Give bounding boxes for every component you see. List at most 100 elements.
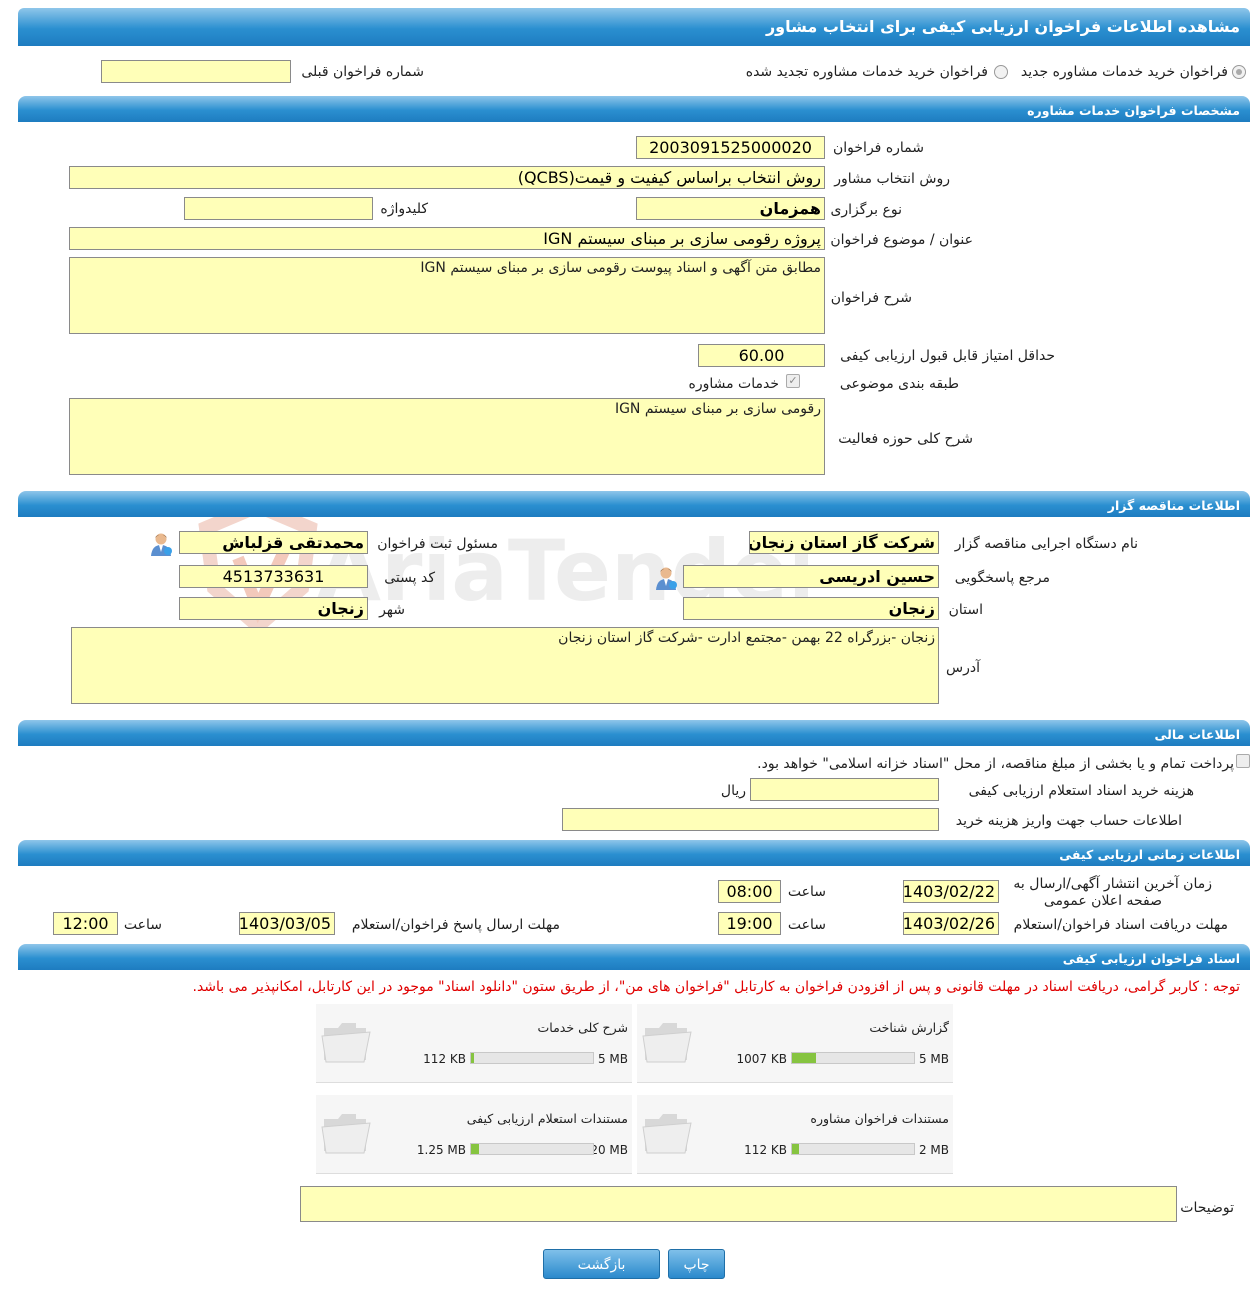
documents-note: توجه : کاربر گرامی، دریافت اسناد در مهلت… xyxy=(192,979,1241,995)
publish-label-2: صفحه اعلان عمومی xyxy=(1043,893,1162,909)
file-name: مستندات فراخوان مشاوره xyxy=(810,1111,949,1126)
page-title: مشاهده اطلاعات فراخوان ارزیابی کیفی برای… xyxy=(18,8,1250,46)
prev-call-field[interactable] xyxy=(101,60,291,83)
treasury-checkbox[interactable] xyxy=(1236,754,1250,768)
back-button[interactable]: بازگشت xyxy=(543,1249,660,1279)
keyword-field xyxy=(184,197,373,220)
category-label: طبقه بندی موضوعی xyxy=(839,376,959,392)
file-card[interactable]: مستندات فراخوان مشاوره 2 MB 112 KB xyxy=(637,1095,953,1174)
radio-renewed-call[interactable] xyxy=(994,65,1008,79)
radio-renewed-call-label: فراخوان خرید خدمات مشاوره تجدید شده xyxy=(745,64,988,80)
currency-label: ریال xyxy=(720,783,746,799)
file-card[interactable]: مستندات استعلام ارزیابی کیفی 20 MB 1.25 … xyxy=(316,1095,632,1174)
send-time-field: 12:00 xyxy=(53,912,118,935)
file-name: شرح کلی خدمات xyxy=(537,1020,628,1035)
file-name: گزارش شناخت xyxy=(869,1020,949,1035)
activity-field: رقومی سازی بر مبنای سیستم IGN xyxy=(69,398,825,475)
holding-type-field: همزمان xyxy=(636,197,825,220)
radio-new-call-label: فراخوان خرید خدمات مشاوره جدید xyxy=(1020,64,1228,80)
section-tenderer-header: اطلاعات مناقصه گزار xyxy=(18,491,1250,517)
reference-label: مرجع پاسخگویی xyxy=(954,570,1050,586)
file-size: 1007 KB xyxy=(736,1052,787,1066)
file-card[interactable]: شرح کلی خدمات 5 MB 112 KB xyxy=(316,1004,632,1083)
subject-field: پروژه رقومی سازی بر مبنای سیستم IGN xyxy=(69,227,825,250)
file-progress-bar xyxy=(470,1143,594,1155)
category-value: خدمات مشاوره xyxy=(688,376,779,392)
send-time-label: ساعت xyxy=(123,917,162,933)
radio-new-call[interactable] xyxy=(1232,65,1246,79)
publish-time-label: ساعت xyxy=(787,884,826,900)
province-field: زنجان xyxy=(683,597,939,620)
subject-label: عنوان / موضوع فراخوان xyxy=(830,232,973,248)
receive-date-field: 1403/02/26 xyxy=(903,912,999,935)
section-documents-header: اسناد فراخوان ارزیابی کیفی xyxy=(18,944,1250,970)
city-label: شهر xyxy=(379,602,405,618)
selection-method-field: روش انتخاب براساس کیفیت و قیمت(QCBS) xyxy=(69,166,825,189)
folder-icon xyxy=(642,1023,692,1063)
file-progress-fill xyxy=(471,1144,479,1154)
call-number-label: شماره فراخوان xyxy=(833,140,924,156)
section-consulting-header: مشخصات فراخوان خدمات مشاوره xyxy=(18,96,1250,122)
reference-field: حسین ادریسی xyxy=(683,565,939,588)
folder-icon xyxy=(642,1114,692,1154)
file-progress-fill xyxy=(471,1053,474,1063)
remarks-label: توضیحات xyxy=(1180,1200,1234,1216)
file-max-size: 20 MB xyxy=(590,1143,628,1157)
folder-icon xyxy=(321,1114,371,1154)
min-score-field: 60.00 xyxy=(698,344,825,367)
registrar-field: محمدتقی قزلباش xyxy=(179,531,368,554)
address-field: زنجان -بزرگراه 22 بهمن -مجتمع ادارت -شرک… xyxy=(71,627,939,704)
description-field: مطابق متن آگهی و اسناد پیوست رقومی سازی … xyxy=(69,257,825,334)
selection-method-label: روش انتخاب مشاور xyxy=(834,171,950,187)
file-max-size: 5 MB xyxy=(918,1052,949,1066)
file-name: مستندات استعلام ارزیابی کیفی xyxy=(466,1111,628,1126)
file-card[interactable]: گزارش شناخت 5 MB 1007 KB xyxy=(637,1004,953,1083)
activity-label: شرح کلی حوزه فعالیت xyxy=(838,431,973,447)
file-max-size: 5 MB xyxy=(597,1052,628,1066)
file-progress-fill xyxy=(792,1144,799,1154)
province-label: استان xyxy=(948,602,983,618)
postal-label: کد پستی xyxy=(384,570,435,586)
receive-label: مهلت دریافت اسناد فراخوان/استعلام xyxy=(1013,917,1228,933)
send-label: مهلت ارسال پاسخ فراخوان/استعلام xyxy=(351,917,560,933)
call-number-field: 2003091525000020 xyxy=(636,136,825,159)
remarks-field[interactable] xyxy=(300,1186,1177,1222)
send-date-field: 1403/03/05 xyxy=(239,912,335,935)
print-button[interactable]: چاپ xyxy=(668,1249,725,1279)
description-label: شرح فراخوان xyxy=(830,290,912,306)
folder-icon xyxy=(321,1023,371,1063)
file-progress-bar xyxy=(791,1052,915,1064)
receive-time-field: 19:00 xyxy=(718,912,781,935)
registrar-label: مسئول ثبت فراخوان xyxy=(377,536,498,552)
org-label: نام دستگاه اجرایی مناقصه گزار xyxy=(954,536,1138,552)
city-field: زنجان xyxy=(179,597,368,620)
file-max-size: 2 MB xyxy=(918,1143,949,1157)
registrar-user-icon[interactable] xyxy=(150,532,172,556)
account-field xyxy=(562,808,939,831)
org-field: شرکت گاز استان زنجان xyxy=(749,531,939,554)
prev-call-label: شماره فراخوان قبلی xyxy=(301,64,424,80)
account-label: اطلاعات حساب جهت واریز هزینه خرید xyxy=(955,813,1182,829)
receive-time-label: ساعت xyxy=(787,917,826,933)
file-progress-fill xyxy=(792,1053,816,1063)
category-checkbox: ✓ xyxy=(786,374,800,388)
file-size: 1.25 MB xyxy=(416,1143,466,1157)
cost-field xyxy=(750,778,939,801)
reference-user-icon[interactable] xyxy=(655,566,677,590)
keyword-label: کلیدواژه xyxy=(380,201,428,217)
file-progress-bar xyxy=(791,1143,915,1155)
file-progress-bar xyxy=(470,1052,594,1064)
holding-type-label: نوع برگزاری xyxy=(830,202,902,218)
min-score-label: حداقل امتیاز قابل قبول ارزیابی کیفی xyxy=(840,348,1055,364)
publish-label-1: زمان آخرین انتشار آگهی/ارسال به xyxy=(1013,876,1212,892)
file-size: 112 KB xyxy=(744,1143,787,1157)
file-size: 112 KB xyxy=(423,1052,466,1066)
section-financial-header: اطلاعات مالی xyxy=(18,720,1250,746)
publish-date-field: 1403/02/22 xyxy=(903,880,999,903)
publish-time-field: 08:00 xyxy=(718,880,781,903)
address-label: آدرس xyxy=(946,660,980,676)
cost-label: هزینه خرید اسناد استعلام ارزیابی کیفی xyxy=(968,783,1194,799)
treasury-text: پرداخت تمام و یا بخشی از مبلغ مناقصه، از… xyxy=(757,756,1234,772)
section-timing-header: اطلاعات زمانی ارزیابی کیفی xyxy=(18,840,1250,866)
postal-field: 4513733631 xyxy=(179,565,368,588)
